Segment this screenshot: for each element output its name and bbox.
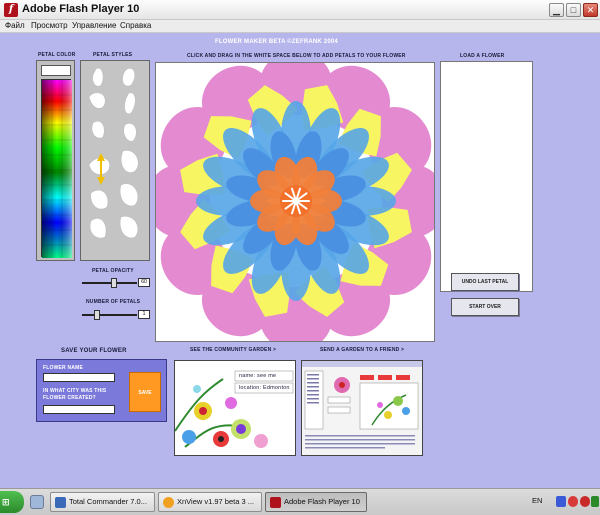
undo-last-petal-button[interactable]: UNDO LAST PETAL	[451, 273, 519, 291]
flash-player-icon: f	[4, 3, 18, 17]
petal-style-11[interactable]	[119, 216, 139, 239]
petals-slider-knob[interactable]	[94, 310, 101, 320]
window-title: Adobe Flash Player 10	[22, 3, 140, 15]
send-garden-link[interactable]: SEND A GARDEN TO A FRIEND >	[320, 347, 404, 353]
show-desktop-icon[interactable]	[30, 495, 44, 509]
minimize-button[interactable]: ▁	[549, 3, 564, 17]
petal-style-4[interactable]	[124, 92, 136, 115]
petals-value: 1	[138, 310, 150, 319]
close-button[interactable]: ✕	[583, 3, 598, 17]
send-garden-preview[interactable]	[301, 360, 423, 456]
petal-styles-label: PETAL STYLES	[93, 52, 133, 58]
garden-thumb-location: location: Edmonton	[239, 385, 290, 391]
petal-style-9[interactable]	[119, 183, 139, 207]
save-button[interactable]: SAVE	[129, 372, 161, 412]
instruction-text: CLICK AND DRAG IN THE WHITE SPACE BELOW …	[187, 53, 406, 59]
tray-update-icon[interactable]	[580, 496, 590, 507]
garden-preview-image	[175, 370, 294, 448]
menu-control[interactable]: Управление	[72, 21, 116, 30]
opacity-slider-track[interactable]	[82, 282, 137, 284]
garden-thumb-name: name: see me	[239, 373, 277, 379]
taskbar-label-flash-player: Adobe Flash Player 10	[284, 497, 360, 506]
app-title: FLOWER MAKER BETA ©ZEFRANK 2004	[215, 39, 338, 45]
community-garden-preview[interactable]: name: see me location: Edmonton	[174, 360, 296, 456]
menu-file[interactable]: Файл	[5, 21, 25, 30]
floppy-icon	[55, 497, 66, 508]
flash-stage: FLOWER MAKER BETA ©ZEFRANK 2004 CLICK AN…	[0, 33, 600, 488]
start-logo-icon: ⊞	[2, 497, 10, 507]
petal-styles-panel	[80, 60, 150, 261]
tray-flag-icon[interactable]	[556, 496, 566, 507]
petal-style-3[interactable]	[88, 92, 106, 109]
number-of-petals-label: NUMBER OF PETALS	[86, 299, 141, 305]
flower-drawing[interactable]	[156, 63, 435, 342]
save-flower-title: SAVE YOUR FLOWER	[61, 348, 127, 354]
taskbar-label-total-commander: Total Commander 7.0...	[69, 497, 147, 506]
load-flower-list[interactable]	[440, 61, 533, 292]
color-picker-panel	[36, 60, 75, 261]
petals-slider-track[interactable]	[82, 314, 137, 316]
send-garden-preview-image	[302, 361, 422, 449]
flower-canvas[interactable]	[155, 62, 435, 342]
flash-icon	[270, 497, 281, 508]
city-input[interactable]	[43, 405, 115, 414]
city-question-line-1: IN WHAT CITY WAS THIS	[43, 388, 107, 394]
tray-network-icon[interactable]	[591, 496, 599, 507]
petal-style-5[interactable]	[91, 121, 105, 139]
menu-view[interactable]: Просмотр	[31, 21, 68, 30]
taskbar-label-xnview: XnView v1.97 beta 3 ...	[177, 497, 254, 506]
xnview-icon	[163, 497, 174, 508]
menu-bar: Файл Просмотр Управление Справка	[0, 20, 600, 33]
taskbar-item-xnview[interactable]: XnView v1.97 beta 3 ...	[158, 492, 262, 512]
taskbar-item-flash-player[interactable]: Adobe Flash Player 10	[265, 492, 367, 512]
language-indicator[interactable]: EN	[532, 496, 542, 505]
menu-help[interactable]: Справка	[120, 21, 151, 30]
community-garden-link[interactable]: SEE THE COMMUNITY GARDEN >	[190, 347, 276, 353]
color-palette[interactable]	[41, 79, 72, 258]
start-over-button[interactable]: START OVER	[451, 298, 519, 316]
taskbar-item-total-commander[interactable]: Total Commander 7.0...	[50, 492, 155, 512]
start-button[interactable]: ⊞	[0, 491, 24, 513]
opacity-value: 60	[138, 278, 150, 287]
flower-name-label: FLOWER NAME	[43, 365, 83, 371]
petal-style-1[interactable]	[92, 68, 104, 87]
load-flower-label: LOAD A FLOWER	[460, 53, 505, 59]
petal-style-12[interactable]	[89, 218, 107, 239]
windows-taskbar: ⊞ Total Commander 7.0... XnView v1.97 be…	[0, 488, 600, 515]
maximize-button[interactable]: □	[566, 3, 581, 17]
city-question-line-2: FLOWER CREATED?	[43, 395, 96, 401]
save-flower-panel: FLOWER NAME IN WHAT CITY WAS THIS FLOWER…	[36, 359, 167, 422]
selected-color-swatch	[41, 65, 71, 76]
window-title-bar[interactable]: f Adobe Flash Player 10 ▁ □ ✕	[0, 0, 600, 20]
petal-style-2[interactable]	[122, 68, 135, 87]
petal-opacity-label: PETAL OPACITY	[92, 268, 134, 274]
petal-style-options[interactable]	[81, 61, 151, 262]
stamen-center	[293, 198, 299, 204]
petal-style-6[interactable]	[123, 123, 137, 142]
opacity-slider-knob[interactable]	[111, 278, 118, 288]
petal-style-10[interactable]	[90, 189, 109, 210]
flower-name-input[interactable]	[43, 373, 115, 382]
petal-color-label: PETAL COLOR	[38, 52, 76, 58]
petal-style-8[interactable]	[120, 150, 139, 173]
palette-grid[interactable]	[42, 80, 72, 258]
tray-antivirus-icon[interactable]	[568, 496, 578, 507]
